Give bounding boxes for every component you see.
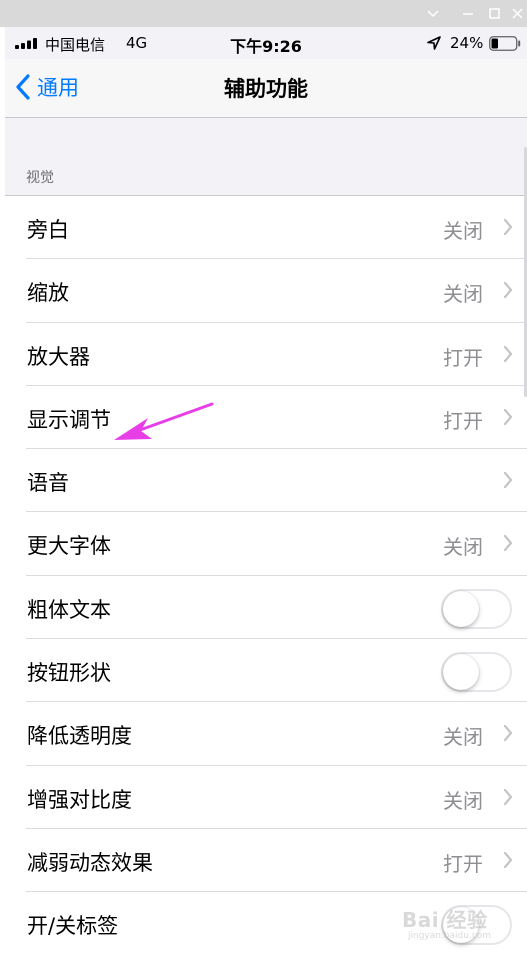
status-time: 下午9:26 [230,37,302,56]
close-button[interactable] [500,0,527,27]
row-label: 放大器 [27,344,90,369]
settings-row[interactable]: 显示调节 打开 [5,385,527,450]
maximize-icon [488,8,500,19]
settings-row[interactable]: 更大字体 关闭 [5,512,527,577]
chevron-down-icon [427,9,439,17]
row-label: 显示调节 [27,407,111,432]
row-label: 按钮形状 [27,661,111,686]
settings-row[interactable]: 降低透明度 关闭 [5,702,527,766]
row-value: 关闭 [443,219,483,243]
row-label: 减弱动态效果 [27,850,153,875]
row-label: 开/关标签 [27,914,119,939]
toggle-knob [443,590,479,627]
section-header-vision: 视觉 [26,170,54,186]
settings-row[interactable]: 缩放 关闭 [5,259,527,323]
row-label: 缩放 [27,281,69,306]
chevron-right-icon [503,218,513,236]
phone-screen: 中国电信 4G 下午9:26 24% 通用 辅助功能 视觉 旁白 关闭缩放 关闭… [5,27,527,954]
app-frame: 中国电信 4G 下午9:26 24% 通用 辅助功能 视觉 旁白 关闭缩放 关闭… [0,0,527,954]
minimize-button[interactable] [416,0,450,27]
minimize-icon [463,12,473,15]
toggle-switch[interactable] [441,652,512,693]
settings-list: 旁白 关闭 缩放 关闭 放大器 打开 显示调节 打开 语音 更大字体 关闭 粗体文本 按钮形状 降低透明度… [5,195,527,954]
chevron-right-icon [503,472,513,489]
chevron-right-icon [503,345,513,362]
chevron-right-icon [503,725,513,742]
row-value: 打开 [443,408,483,433]
toggle-knob [443,654,479,691]
row-value: 打开 [443,851,483,876]
location-arrow-icon [427,36,441,50]
row-value: 打开 [443,345,483,370]
chevron-right-icon [503,282,513,299]
watermark-text: Bai 经验 [402,908,488,932]
page-title: 辅助功能 [224,77,308,101]
row-value: 关闭 [443,282,483,307]
row-label: 更大字体 [27,534,111,559]
settings-row[interactable]: 旁白 关闭 [5,196,527,260]
battery-percentage: 24% [450,34,484,52]
row-label: 语音 [27,471,69,496]
battery-icon [489,36,521,51]
settings-row[interactable]: 放大器 打开 [5,322,527,387]
settings-row[interactable]: 减弱动态效果 打开 [5,828,527,893]
settings-row[interactable]: 语音 [5,449,527,513]
chevron-right-icon [503,851,513,869]
chevron-right-icon [503,408,513,425]
settings-row[interactable]: 粗体文本 [5,575,527,640]
chevron-right-icon [503,788,513,805]
settings-row[interactable]: 增强对比度 关闭 [5,765,527,830]
window-titlebar [0,0,527,27]
close-icon [511,8,523,19]
row-label: 粗体文本 [27,597,111,622]
row-label: 增强对比度 [27,787,132,812]
row-value: 关闭 [443,725,483,750]
toggle-switch[interactable] [441,588,512,629]
row-label: 旁白 [27,218,69,242]
watermark-url: jingyan.baidu.com [408,931,492,941]
row-label: 降低透明度 [27,724,132,749]
baidu-watermark: Bai 经验 jingyan.baidu.com [388,898,508,948]
row-value: 关闭 [443,535,483,560]
row-value: 关闭 [443,788,483,813]
settings-row[interactable]: 按钮形状 [5,639,527,703]
chevron-right-icon [503,535,513,552]
status-bar: 中国电信 4G 下午9:26 24% [5,27,527,59]
navigation-bar: 通用 辅助功能 [5,59,527,118]
